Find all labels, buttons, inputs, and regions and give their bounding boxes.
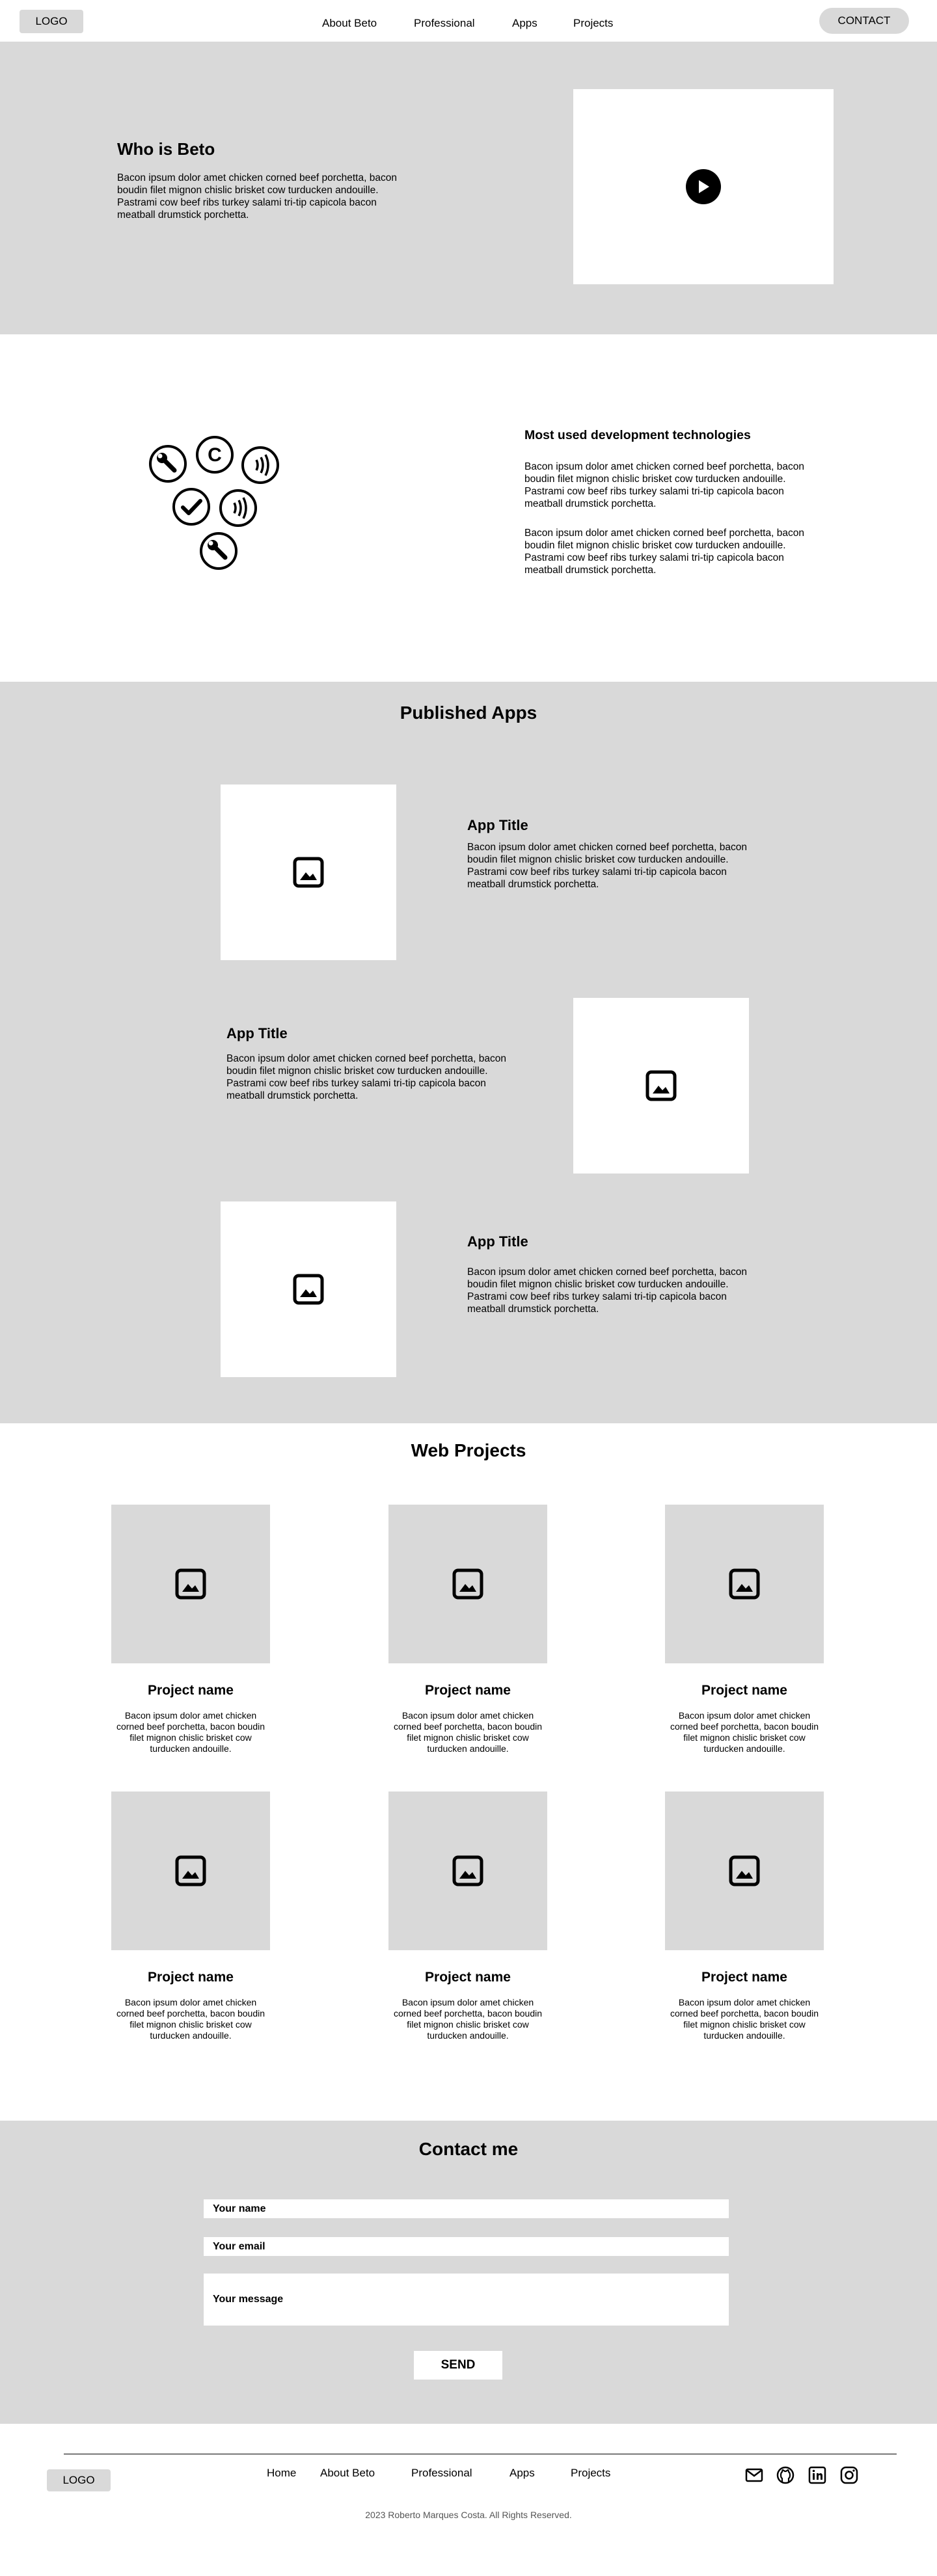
nav-apps[interactable]: Apps bbox=[512, 17, 537, 30]
project-image bbox=[388, 1791, 547, 1950]
hero-title: Who is Beto bbox=[117, 139, 215, 159]
project-description: Bacon ipsum dolor amet chicken corned be… bbox=[670, 1710, 819, 1754]
play-icon bbox=[699, 180, 709, 193]
send-button[interactable]: SEND bbox=[414, 2351, 502, 2380]
project-name: Project name bbox=[148, 1970, 234, 1985]
project-description: Bacon ipsum dolor amet chicken corned be… bbox=[393, 1710, 543, 1754]
wrench-icon bbox=[149, 445, 187, 483]
project-image bbox=[111, 1505, 270, 1663]
nav-professional[interactable]: Professional bbox=[414, 17, 475, 30]
footer-nav-apps[interactable]: Apps bbox=[509, 2467, 535, 2480]
linkedin-icon[interactable] bbox=[808, 2465, 827, 2485]
site-footer: LOGO Home About Beto Professional Apps P… bbox=[0, 2424, 937, 2576]
project-description: Bacon ipsum dolor amet chicken corned be… bbox=[116, 1997, 265, 2041]
project-name: Project name bbox=[425, 1683, 511, 1698]
image-icon bbox=[452, 1855, 483, 1886]
app-image bbox=[221, 785, 396, 960]
apps-title: Published Apps bbox=[400, 703, 537, 723]
svg-text:C: C bbox=[208, 444, 222, 466]
hero-section: Who is Beto Bacon ipsum dolor amet chick… bbox=[0, 42, 937, 334]
project-name: Project name bbox=[425, 1970, 511, 1985]
logo-button[interactable]: LOGO bbox=[20, 10, 83, 33]
image-icon bbox=[175, 1855, 206, 1886]
project-image bbox=[665, 1791, 824, 1950]
footer-nav-home[interactable]: Home bbox=[267, 2467, 296, 2480]
image-icon bbox=[452, 1568, 483, 1600]
project-card[interactable]: Project name Bacon ipsum dolor amet chic… bbox=[111, 1791, 270, 2041]
project-card[interactable]: Project name Bacon ipsum dolor amet chic… bbox=[665, 1505, 824, 1754]
project-image bbox=[388, 1505, 547, 1663]
contact-button[interactable]: CONTACT bbox=[819, 8, 909, 34]
project-image bbox=[665, 1505, 824, 1663]
github-icon[interactable] bbox=[776, 2465, 795, 2485]
project-description: Bacon ipsum dolor amet chicken corned be… bbox=[670, 1997, 819, 2041]
contactless-icon bbox=[219, 489, 257, 527]
image-icon bbox=[175, 1568, 206, 1600]
app-description: Bacon ipsum dolor amet chicken corned be… bbox=[467, 1267, 747, 1315]
project-name: Project name bbox=[148, 1683, 234, 1698]
project-card[interactable]: Project name Bacon ipsum dolor amet chic… bbox=[665, 1791, 824, 2041]
project-card[interactable]: Project name Bacon ipsum dolor amet chic… bbox=[388, 1505, 547, 1754]
app-title: App Title bbox=[226, 1025, 288, 1041]
tech-paragraph: Bacon ipsum dolor amet chicken corned be… bbox=[524, 528, 804, 576]
mail-icon[interactable] bbox=[744, 2465, 764, 2485]
project-name: Project name bbox=[701, 1683, 787, 1698]
projects-title: Web Projects bbox=[411, 1440, 526, 1460]
app-title: App Title bbox=[467, 1233, 528, 1250]
image-icon bbox=[729, 1568, 760, 1600]
image-icon bbox=[729, 1855, 760, 1886]
tech-title: Most used development technologies bbox=[524, 428, 751, 442]
app-image bbox=[573, 998, 749, 1174]
nav-projects[interactable]: Projects bbox=[573, 17, 613, 30]
play-button[interactable] bbox=[686, 169, 721, 204]
app-description: Bacon ipsum dolor amet chicken corned be… bbox=[226, 1053, 506, 1101]
app-description: Bacon ipsum dolor amet chicken corned be… bbox=[467, 842, 747, 890]
check-icon bbox=[172, 488, 210, 526]
image-icon bbox=[293, 857, 324, 888]
copyright-icon: C bbox=[196, 436, 234, 474]
hero-text: Bacon ipsum dolor amet chicken corned be… bbox=[117, 172, 397, 221]
wrench-icon bbox=[200, 532, 238, 570]
contact-section: Contact me Your name Your email Your mes… bbox=[0, 2121, 937, 2424]
project-card[interactable]: Project name Bacon ipsum dolor amet chic… bbox=[388, 1791, 547, 2041]
technologies-section: C Most used development technologies Bac… bbox=[0, 334, 937, 682]
project-description: Bacon ipsum dolor amet chicken corned be… bbox=[116, 1710, 265, 1754]
project-card[interactable]: Project name Bacon ipsum dolor amet chic… bbox=[111, 1505, 270, 1754]
contactless-icon bbox=[241, 446, 279, 484]
copyright-text: 2023 Roberto Marques Costa. All Rights R… bbox=[365, 2510, 572, 2520]
message-field[interactable]: Your message bbox=[204, 2274, 729, 2326]
image-icon bbox=[293, 1274, 324, 1305]
footer-nav-projects[interactable]: Projects bbox=[571, 2467, 610, 2480]
project-image bbox=[111, 1791, 270, 1950]
app-image bbox=[221, 1201, 396, 1377]
app-title: App Title bbox=[467, 817, 528, 833]
tech-icon-cluster: C bbox=[146, 435, 341, 585]
image-icon bbox=[645, 1070, 677, 1101]
contact-title: Contact me bbox=[418, 2139, 519, 2159]
video-player[interactable] bbox=[573, 89, 834, 284]
project-name: Project name bbox=[701, 1970, 787, 1985]
apps-section: Published Apps App Title Bacon ipsum dol… bbox=[0, 682, 937, 1423]
projects-section: Web Projects Project name Bacon ipsum do… bbox=[0, 1423, 937, 2121]
footer-nav-professional[interactable]: Professional bbox=[411, 2467, 472, 2480]
instagram-icon[interactable] bbox=[839, 2465, 859, 2485]
email-field[interactable]: Your email bbox=[204, 2237, 729, 2256]
footer-logo[interactable]: LOGO bbox=[47, 2469, 111, 2491]
footer-nav-about-beto[interactable]: About Beto bbox=[320, 2467, 375, 2480]
project-description: Bacon ipsum dolor amet chicken corned be… bbox=[393, 1997, 543, 2041]
nav-about-beto[interactable]: About Beto bbox=[322, 17, 377, 30]
name-field[interactable]: Your name bbox=[204, 2199, 729, 2218]
tech-paragraph: Bacon ipsum dolor amet chicken corned be… bbox=[524, 461, 804, 509]
site-header: LOGO About Beto Professional Apps Projec… bbox=[0, 0, 937, 42]
